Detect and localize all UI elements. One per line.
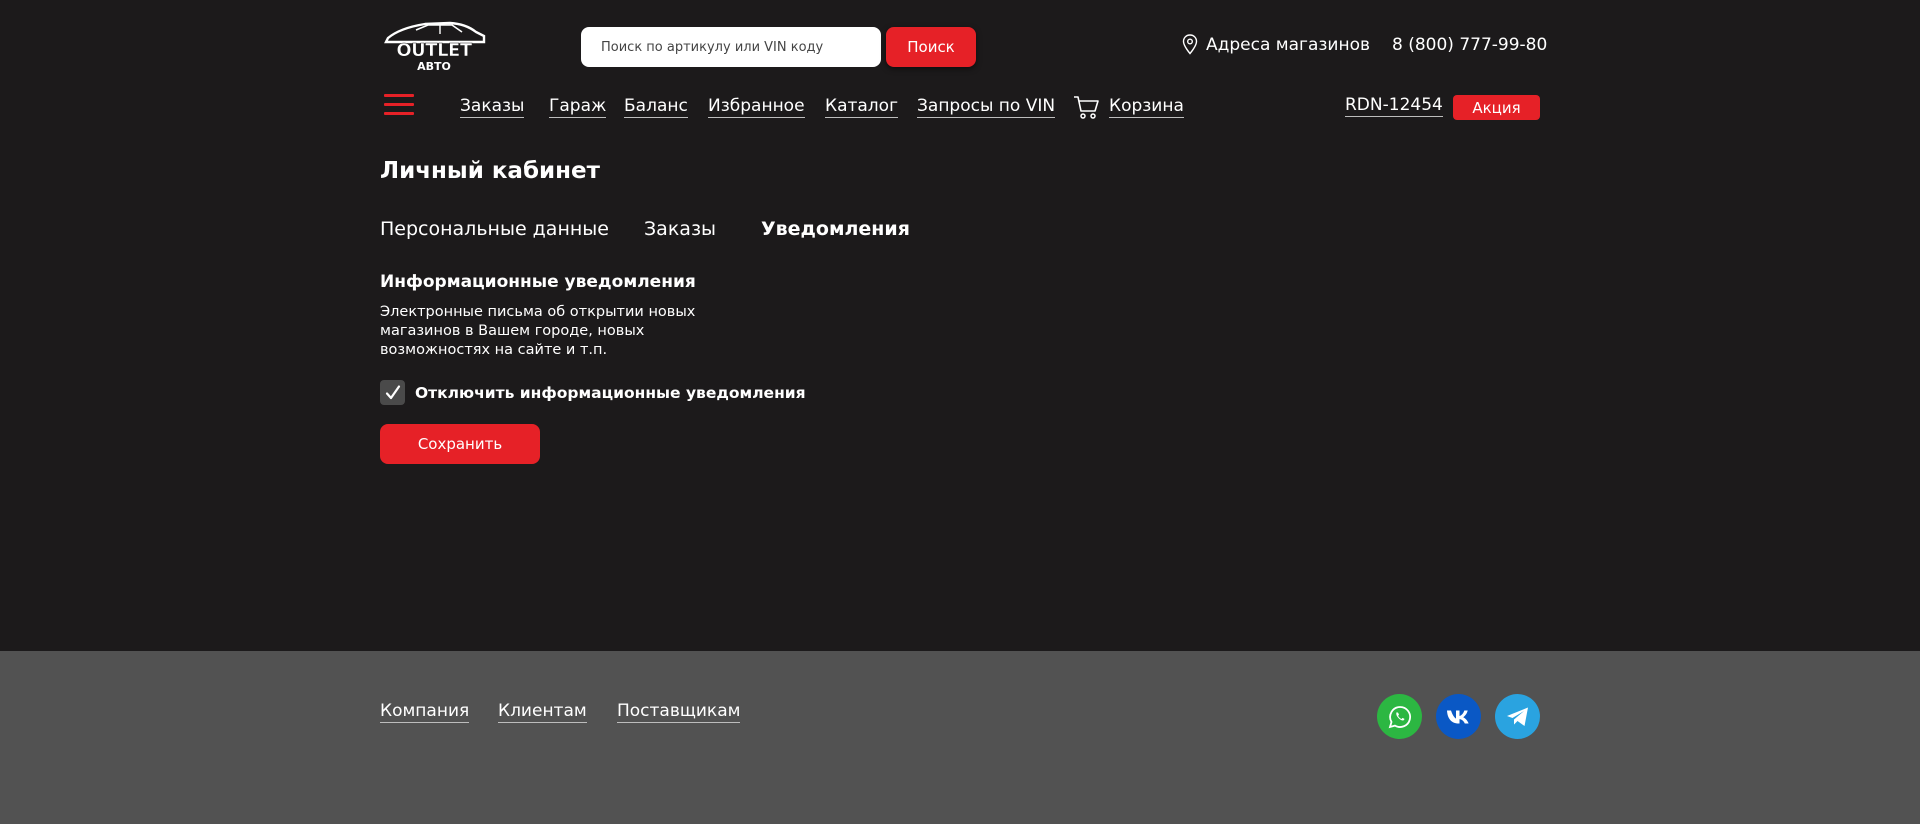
- nav-item-garage[interactable]: Гараж: [549, 96, 607, 118]
- tab-personal-data[interactable]: Персональные данные: [380, 218, 609, 240]
- nav-item-favorites[interactable]: Избранное: [708, 96, 805, 118]
- menu-icon[interactable]: [384, 94, 414, 116]
- main-area: OUTLET АВТО Поиск Адреса магазинов 8 (80…: [0, 0, 1920, 651]
- store-addresses-link[interactable]: Адреса магазинов: [1182, 34, 1370, 55]
- location-pin-icon: [1182, 34, 1198, 55]
- footer: [0, 651, 1920, 824]
- checkbox-label: Отключить информационные уведомления: [415, 383, 806, 402]
- search-button[interactable]: Поиск: [886, 27, 976, 67]
- phone-number[interactable]: 8 (800) 777-99-80: [1392, 35, 1547, 55]
- checkmark-icon: [385, 384, 400, 399]
- tab-notifications[interactable]: Уведомления: [761, 218, 910, 240]
- section-description: Электронные письма об открытии новых маг…: [380, 304, 696, 358]
- nav-item-vin-requests[interactable]: Запросы по VIN: [917, 96, 1056, 118]
- footer-link-company[interactable]: Компания: [380, 701, 470, 723]
- tab-orders[interactable]: Заказы: [644, 218, 716, 240]
- footer-link-clients[interactable]: Клиентам: [498, 701, 587, 723]
- nav-item-cart[interactable]: Корзина: [1109, 96, 1184, 118]
- search-input[interactable]: [581, 27, 881, 67]
- svg-text:OUTLET: OUTLET: [396, 40, 472, 61]
- whatsapp-icon[interactable]: [1377, 694, 1422, 739]
- promo-button[interactable]: Акция: [1453, 95, 1540, 120]
- nav-item-orders[interactable]: Заказы: [460, 96, 525, 118]
- svg-text:АВТО: АВТО: [417, 60, 451, 72]
- disable-notifications-checkbox[interactable]: [380, 380, 405, 405]
- nav-item-balance[interactable]: Баланс: [624, 96, 688, 118]
- telegram-icon[interactable]: [1495, 694, 1540, 739]
- page-title: Личный кабинет: [380, 158, 600, 184]
- store-addresses-label: Адреса магазинов: [1206, 34, 1371, 55]
- save-button[interactable]: Сохранить: [380, 424, 540, 464]
- vk-icon[interactable]: [1436, 694, 1481, 739]
- nav-item-catalog[interactable]: Каталог: [825, 96, 899, 118]
- disable-notifications-option[interactable]: Отключить информационные уведомления: [380, 380, 806, 405]
- account-id-link[interactable]: RDN-12454: [1345, 95, 1443, 117]
- cart-icon[interactable]: [1073, 94, 1099, 120]
- footer-link-suppliers[interactable]: Поставщикам: [617, 701, 741, 723]
- outlet-avto-logo[interactable]: OUTLET АВТО: [380, 20, 488, 72]
- section-title: Информационные уведомления: [380, 272, 696, 292]
